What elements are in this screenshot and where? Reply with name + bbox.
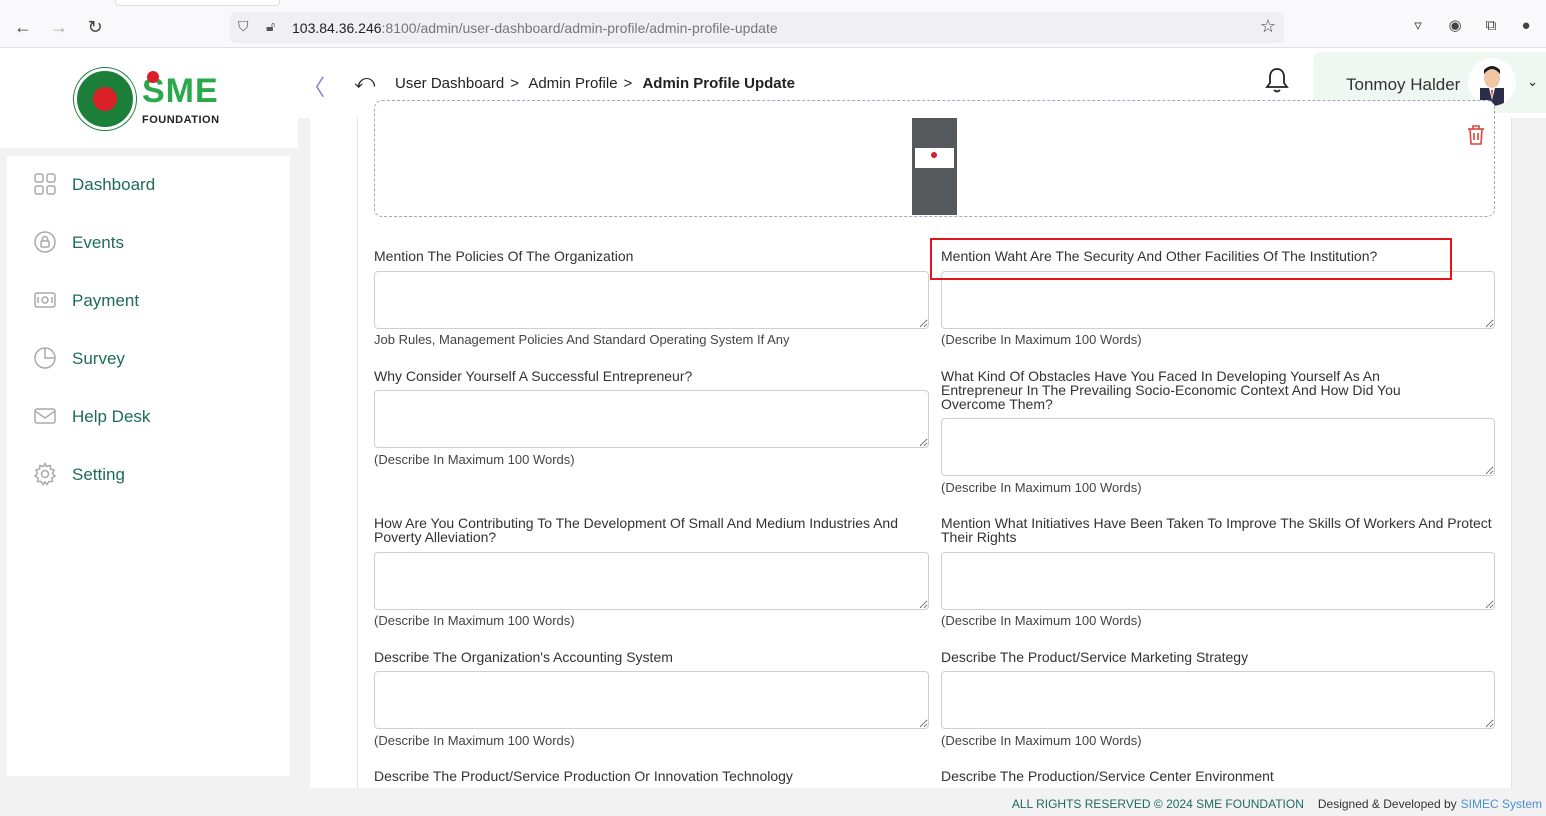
breadcrumb-separator-icon: > [510,75,519,92]
back-arrow-icon[interactable]: ← [12,16,34,38]
breadcrumb-current: Admin Profile Update [642,75,795,92]
accounting-system-textarea[interactable] [374,671,929,729]
undo-back-icon[interactable]: ⤺ [354,71,375,94]
user-name: Tonmoy Halder [1346,75,1461,94]
breadcrumb-admin-profile[interactable]: Admin Profile [528,75,617,92]
sidebar-item-label: Survey [72,349,125,368]
sidebar-item-setting[interactable]: Setting [7,450,290,494]
question-label: Describe The Product/Service Production … [374,768,793,784]
extensions-icon[interactable]: ⧉ [1481,16,1501,36]
highlight-box [930,238,1452,280]
sidebar-item-label: Help Desk [72,407,151,426]
question-hint: (Describe In Maximum 100 Words) [941,480,1142,495]
footer-designed-by: Designed & Developed by [1317,797,1457,811]
footer-text: ALL RIGHTS RESERVED © 2024 SME FOUNDATIO… [1012,797,1542,811]
sidebar-item-label: Payment [72,291,140,310]
browser-tab[interactable] [115,0,280,6]
avatar [1468,58,1516,106]
account-icon[interactable]: ◉ [1445,16,1465,36]
logo-dot [147,71,159,83]
obstacles-textarea[interactable] [941,418,1495,476]
sme-foundation-logo[interactable]: SME FOUNDATION [74,68,234,130]
sidebar-item-label: Events [72,233,124,252]
question-label: Mention The Policies Of The Organization [374,248,634,264]
uploaded-image-thumbnail[interactable] [912,118,957,215]
marketing-strategy-textarea[interactable] [941,671,1495,729]
reload-icon[interactable]: ↻ [84,16,106,38]
bell-icon[interactable] [1264,66,1290,94]
sidebar-item-label: Setting [72,465,125,484]
trash-icon[interactable] [1466,124,1486,146]
sidebar-item-label: Dashboard [72,175,156,194]
successful-entrepreneur-textarea[interactable] [374,390,929,448]
sme-contribution-textarea[interactable] [374,552,929,610]
question-label: Why Consider Yourself A Successful Entre… [374,368,693,384]
question-label: Mention What Initiatives Have Been Taken… [941,515,1492,545]
question-hint: (Describe In Maximum 100 Words) [374,613,575,628]
question-label: Describe The Production/Service Center E… [941,768,1274,784]
sidebar: Dashboard Events Payment Survey Help Des… [7,156,290,776]
thumbnail-logo-dot [931,152,937,158]
worker-skills-textarea[interactable] [941,552,1495,610]
money-icon [34,292,56,308]
lock-icon [34,231,56,253]
pie-chart-icon [34,347,56,369]
thumbnail-screen [915,148,954,168]
question-hint: (Describe In Maximum 100 Words) [941,332,1142,347]
question-hint: (Describe In Maximum 100 Words) [374,452,575,467]
question-hint: (Describe In Maximum 100 Words) [941,613,1142,628]
footer: ALL RIGHTS RESERVED © 2024 SME FOUNDATIO… [298,788,1546,816]
sidebar-item-survey[interactable]: Survey [7,334,290,378]
shield-icon[interactable]: ⛉ [238,18,249,35]
sidebar-item-events[interactable]: Events [7,218,290,262]
sidebar-item-payment[interactable]: Payment [7,276,290,320]
question-hint: (Describe In Maximum 100 Words) [374,733,575,748]
question-hint: Job Rules, Management Policies And Stand… [374,332,790,347]
grid-icon [34,173,56,195]
chevron-down-icon[interactable]: ⌄ [1527,74,1538,90]
forward-arrow-icon[interactable]: → [48,16,70,38]
mail-icon [34,408,56,424]
question-label: How Are You Contributing To The Developm… [374,515,899,545]
breadcrumb: User Dashboard > Admin Profile > Admin Pro… [395,75,801,92]
url-text: 103.84.36.246:8100/admin/user-dashboard/… [292,20,778,36]
question-label: Describe The Product/Service Marketing S… [941,649,1249,665]
insecure-lock-icon[interactable]: 🔓︎ [266,18,275,35]
address-bar[interactable]: ⛉ 🔓︎ 103.84.36.246:8100/admin/user-dashb… [230,12,1284,43]
gear-icon [33,462,57,486]
question-label: What Kind Of Obstacles Have You Faced In… [941,368,1401,412]
breadcrumb-user-dashboard[interactable]: User Dashboard [395,75,504,92]
sidebar-item-help-desk[interactable]: Help Desk [7,392,290,436]
logo-subtext: FOUNDATION [142,114,220,126]
collapse-sidebar-icon[interactable]: 〈 [303,70,325,102]
pocket-icon[interactable]: ▿ [1408,16,1428,36]
browser-toolbar: ← → ↻ ⛉ 🔓︎ 103.84.36.246:8100/admin/user… [0,0,1546,48]
policies-textarea[interactable] [374,271,929,329]
footer-company-link[interactable]: SIMEC System [1461,797,1542,811]
question-label: Describe The Organization's Accounting S… [374,649,673,665]
extension-fox-icon[interactable]: ● [1516,16,1536,36]
breadcrumb-separator-icon: > [623,75,633,92]
bookmark-star-icon[interactable]: ☆ [1260,16,1276,37]
footer-rights: ALL RIGHTS RESERVED © 2024 SME FOUNDATIO… [1011,797,1304,811]
bangladesh-emblem-icon [74,68,136,130]
question-hint: (Describe In Maximum 100 Words) [941,733,1142,748]
sidebar-item-dashboard[interactable]: Dashboard [7,160,290,204]
